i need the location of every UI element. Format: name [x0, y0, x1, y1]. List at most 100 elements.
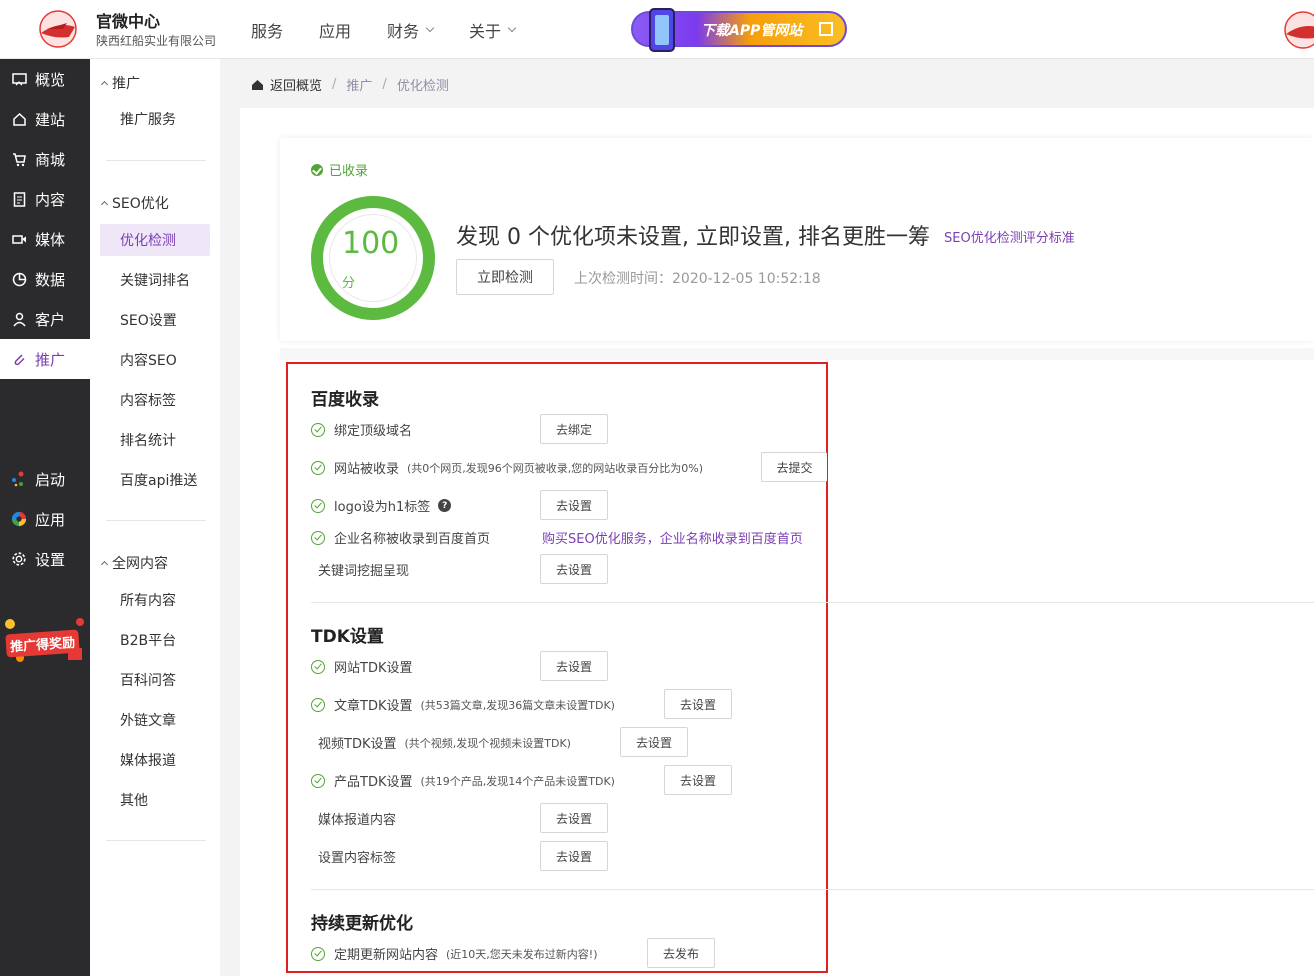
- breadcrumb-home[interactable]: 返回概览: [251, 75, 322, 94]
- check-row-label: logo设为h1标签: [334, 500, 431, 515]
- breadcrumb-item-current: 优化检测: [396, 79, 449, 94]
- check-row-note: (共53篇文章,发现36篇文章未设置TDK): [420, 698, 615, 712]
- subnav-group-web-content[interactable]: 全网内容: [100, 553, 168, 573]
- check-row-label: 网站被收录: [334, 462, 400, 477]
- score-unit: 分: [342, 276, 356, 291]
- top-header: 官微中心 陕西红船实业有限公司 服务 应用 财务 关于 下载APP管网站: [0, 0, 1314, 59]
- article-tdk-setup-button[interactable]: 去设置: [664, 689, 732, 719]
- check-row-note: (共个视频,发现个视频未设置TDK): [404, 736, 571, 750]
- sidebar-item-label: 设置: [35, 550, 66, 569]
- check-circle-icon: [311, 946, 325, 961]
- sidebar-item-apps[interactable]: 应用: [0, 499, 90, 539]
- chevron-up-icon: [100, 80, 109, 89]
- subnav-item-ranking-stats[interactable]: 排名统计: [100, 424, 210, 456]
- sidebar-item-content[interactable]: 内容: [0, 179, 90, 219]
- color-wheel-icon: [11, 511, 27, 527]
- keyword-mining-setup-button[interactable]: 去设置: [540, 554, 608, 584]
- sidebar-item-build[interactable]: 建站: [0, 99, 90, 139]
- subnav-item-encyclopedia-qa[interactable]: 百科问答: [100, 664, 210, 696]
- subnav-item-label: 关键词排名: [120, 273, 190, 289]
- company-logo-icon[interactable]: [33, 9, 83, 49]
- subnav-item-all-content[interactable]: 所有内容: [100, 584, 210, 616]
- check-row-label: 媒体报道内容: [318, 813, 397, 828]
- subnav-item-label: SEO设置: [120, 313, 177, 329]
- breadcrumb-item-promotion[interactable]: 推广: [346, 75, 372, 94]
- breadcrumb-separator: /: [332, 77, 337, 92]
- seo-criteria-link[interactable]: SEO优化检测评分标准: [944, 227, 1075, 246]
- subnav-item-label: 内容SEO: [120, 353, 177, 369]
- sidebar-item-overview[interactable]: 概览: [0, 59, 90, 99]
- nav-item-about[interactable]: 关于: [469, 18, 517, 42]
- subnav-group-seo[interactable]: SEO优化: [100, 193, 169, 213]
- check-row-label: 网站TDK设置: [334, 661, 413, 676]
- subnav-item-b2b-platform[interactable]: B2B平台: [100, 624, 210, 656]
- sidebar-item-mall[interactable]: 商城: [0, 139, 90, 179]
- section-title-update: 持续更新优化: [311, 914, 413, 934]
- sidebar-item-customers[interactable]: 客户: [0, 299, 90, 339]
- section-title-tdk: TDK设置: [311, 627, 384, 647]
- check-circle-icon: [311, 422, 325, 437]
- check-row-media-report: 媒体报道内容: [318, 809, 396, 828]
- subnav-item-content-tags[interactable]: 内容标签: [100, 384, 210, 416]
- check-row-product-tdk: 产品TDK设置 (共19个产品,发现14个产品未设置TDK): [311, 771, 615, 790]
- media-report-setup-button[interactable]: 去设置: [540, 803, 608, 833]
- chevron-down-icon: [425, 23, 435, 33]
- indexed-status: 已收录: [311, 160, 368, 179]
- publish-content-button[interactable]: 去发布: [647, 938, 715, 968]
- check-row-label: 绑定顶级域名: [334, 424, 413, 439]
- subnav-item-promo-service[interactable]: 推广服务: [100, 103, 210, 135]
- subnav-item-other[interactable]: 其他: [100, 784, 210, 816]
- subnav-group-promotion[interactable]: 推广: [100, 73, 140, 93]
- subnav-divider: [106, 160, 206, 161]
- subnav-item-seo-settings[interactable]: SEO设置: [100, 304, 210, 336]
- home-icon: [11, 111, 27, 127]
- subnav-item-optimization-check[interactable]: 优化检测: [100, 224, 210, 256]
- nav-item-finance[interactable]: 财务: [387, 18, 435, 42]
- check-row-bind-domain: 绑定顶级域名: [311, 420, 412, 439]
- sidebar-item-data[interactable]: 数据: [0, 259, 90, 299]
- phone-icon: [649, 8, 675, 52]
- nav-item-apps[interactable]: 应用: [319, 18, 351, 42]
- product-tdk-setup-button[interactable]: 去设置: [664, 765, 732, 795]
- sidebar-item-label: 概览: [35, 70, 66, 89]
- sidebar-item-settings[interactable]: 设置: [0, 539, 90, 579]
- logo-h1-setup-button[interactable]: 去设置: [540, 490, 608, 520]
- content-tags-setup-button[interactable]: 去设置: [540, 841, 608, 871]
- site-tdk-setup-button[interactable]: 去设置: [540, 651, 608, 681]
- check-row-video-tdk: 视频TDK设置 (共个视频,发现个视频未设置TDK): [318, 733, 571, 753]
- company-logo-icon: [1284, 11, 1314, 49]
- document-icon: [11, 191, 27, 207]
- sidebar-item-promotion[interactable]: 推广: [0, 339, 90, 379]
- sidebar-item-media[interactable]: 媒体: [0, 219, 90, 259]
- sidebar-item-launch[interactable]: 启动: [0, 459, 90, 499]
- subnav-item-media-reports[interactable]: 媒体报道: [100, 744, 210, 776]
- sidebar-item-label: 推广: [35, 350, 66, 369]
- sidebar-item-label: 商城: [35, 150, 66, 169]
- help-icon[interactable]: ?: [438, 499, 452, 512]
- bind-domain-button[interactable]: 去绑定: [540, 414, 608, 444]
- nav-label: 应用: [319, 22, 352, 41]
- subnav-divider: [106, 520, 206, 521]
- nav-label: 财务: [387, 22, 420, 41]
- breadcrumb-separator: /: [382, 77, 387, 92]
- subnav-item-baidu-api-push[interactable]: 百度api推送: [100, 464, 210, 496]
- subnav-item-label: 百科问答: [120, 673, 176, 689]
- buy-seo-service-link[interactable]: 购买SEO优化服务，企业名称收录到百度首页: [542, 528, 803, 547]
- submit-index-button[interactable]: 去提交: [761, 452, 827, 482]
- indexed-status-label: 已收录: [329, 164, 369, 179]
- check-circle-icon: [311, 498, 325, 513]
- subnav-divider: [106, 840, 206, 841]
- nav-item-services[interactable]: 服务: [251, 18, 283, 42]
- subnav-item-content-seo[interactable]: 内容SEO: [100, 344, 210, 376]
- subnav-item-external-articles[interactable]: 外链文章: [100, 704, 210, 736]
- check-now-button[interactable]: 立即检测: [456, 259, 554, 295]
- promotion-reward-badge[interactable]: 推广得奖励: [0, 614, 90, 666]
- subnav-item-keyword-ranking[interactable]: 关键词排名: [100, 264, 210, 296]
- check-row-content-tags: 设置内容标签: [318, 847, 396, 866]
- check-row-label: 视频TDK设置: [318, 737, 397, 752]
- home-icon: [252, 79, 263, 90]
- video-tdk-setup-button[interactable]: 去设置: [620, 727, 688, 757]
- subnav-group-title: 推广: [112, 76, 140, 92]
- sidebar-item-label: 数据: [35, 270, 66, 289]
- download-app-banner[interactable]: 下载APP管网站: [631, 8, 847, 52]
